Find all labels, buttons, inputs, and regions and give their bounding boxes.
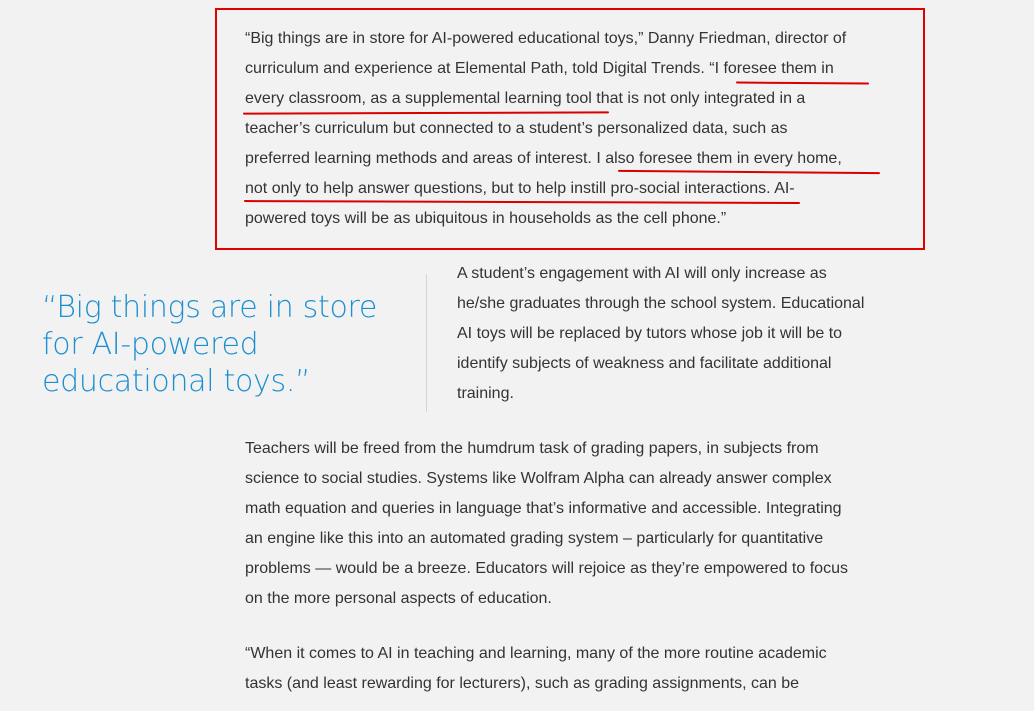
paragraph-line: he/she graduates through the school syst… <box>457 295 865 312</box>
paragraph-line: AI toys will be replaced by tutors whose… <box>457 325 843 342</box>
paragraph-line: “When it comes to AI in teaching and lea… <box>245 645 827 662</box>
ai-teaching-paragraph: “When it comes to AI in teaching and lea… <box>245 639 925 699</box>
pull-quote: “Big things are in store for AI-powered … <box>42 290 378 399</box>
paragraph-line: tasks (and least rewarding for lecturers… <box>245 675 800 692</box>
paragraph-line: an engine like this into an automated gr… <box>245 530 824 547</box>
paragraph-line: on the more personal aspects of educatio… <box>245 590 552 607</box>
paragraph-line: Teachers will be freed from the humdrum … <box>245 440 819 457</box>
quote-line: every classroom, as a supplemental learn… <box>245 90 806 107</box>
quote-line: curriculum and experience at Elemental P… <box>245 60 834 77</box>
quote-line: “Big things are in store for AI-powered … <box>245 30 847 47</box>
side-paragraph: A student’s engagement with AI will only… <box>457 259 907 409</box>
paragraph-line: identify subjects of weakness and facili… <box>457 355 832 372</box>
quote-line: teacher’s curriculum but connected to a … <box>245 120 788 137</box>
quote-line: powered toys will be as ubiquitous in ho… <box>245 210 727 227</box>
paragraph-line: problems — would be a breeze. Educators … <box>245 560 848 577</box>
teachers-paragraph: Teachers will be freed from the humdrum … <box>245 434 925 614</box>
quote-line: preferred learning methods and areas of … <box>245 150 842 167</box>
pull-quote-divider <box>426 274 427 412</box>
paragraph-line: training. <box>457 385 514 402</box>
paragraph-line: A student’s engagement with AI will only… <box>457 265 827 282</box>
paragraph-line: math equation and queries in language th… <box>245 500 842 517</box>
paragraph-line: science to social studies. Systems like … <box>245 470 832 487</box>
